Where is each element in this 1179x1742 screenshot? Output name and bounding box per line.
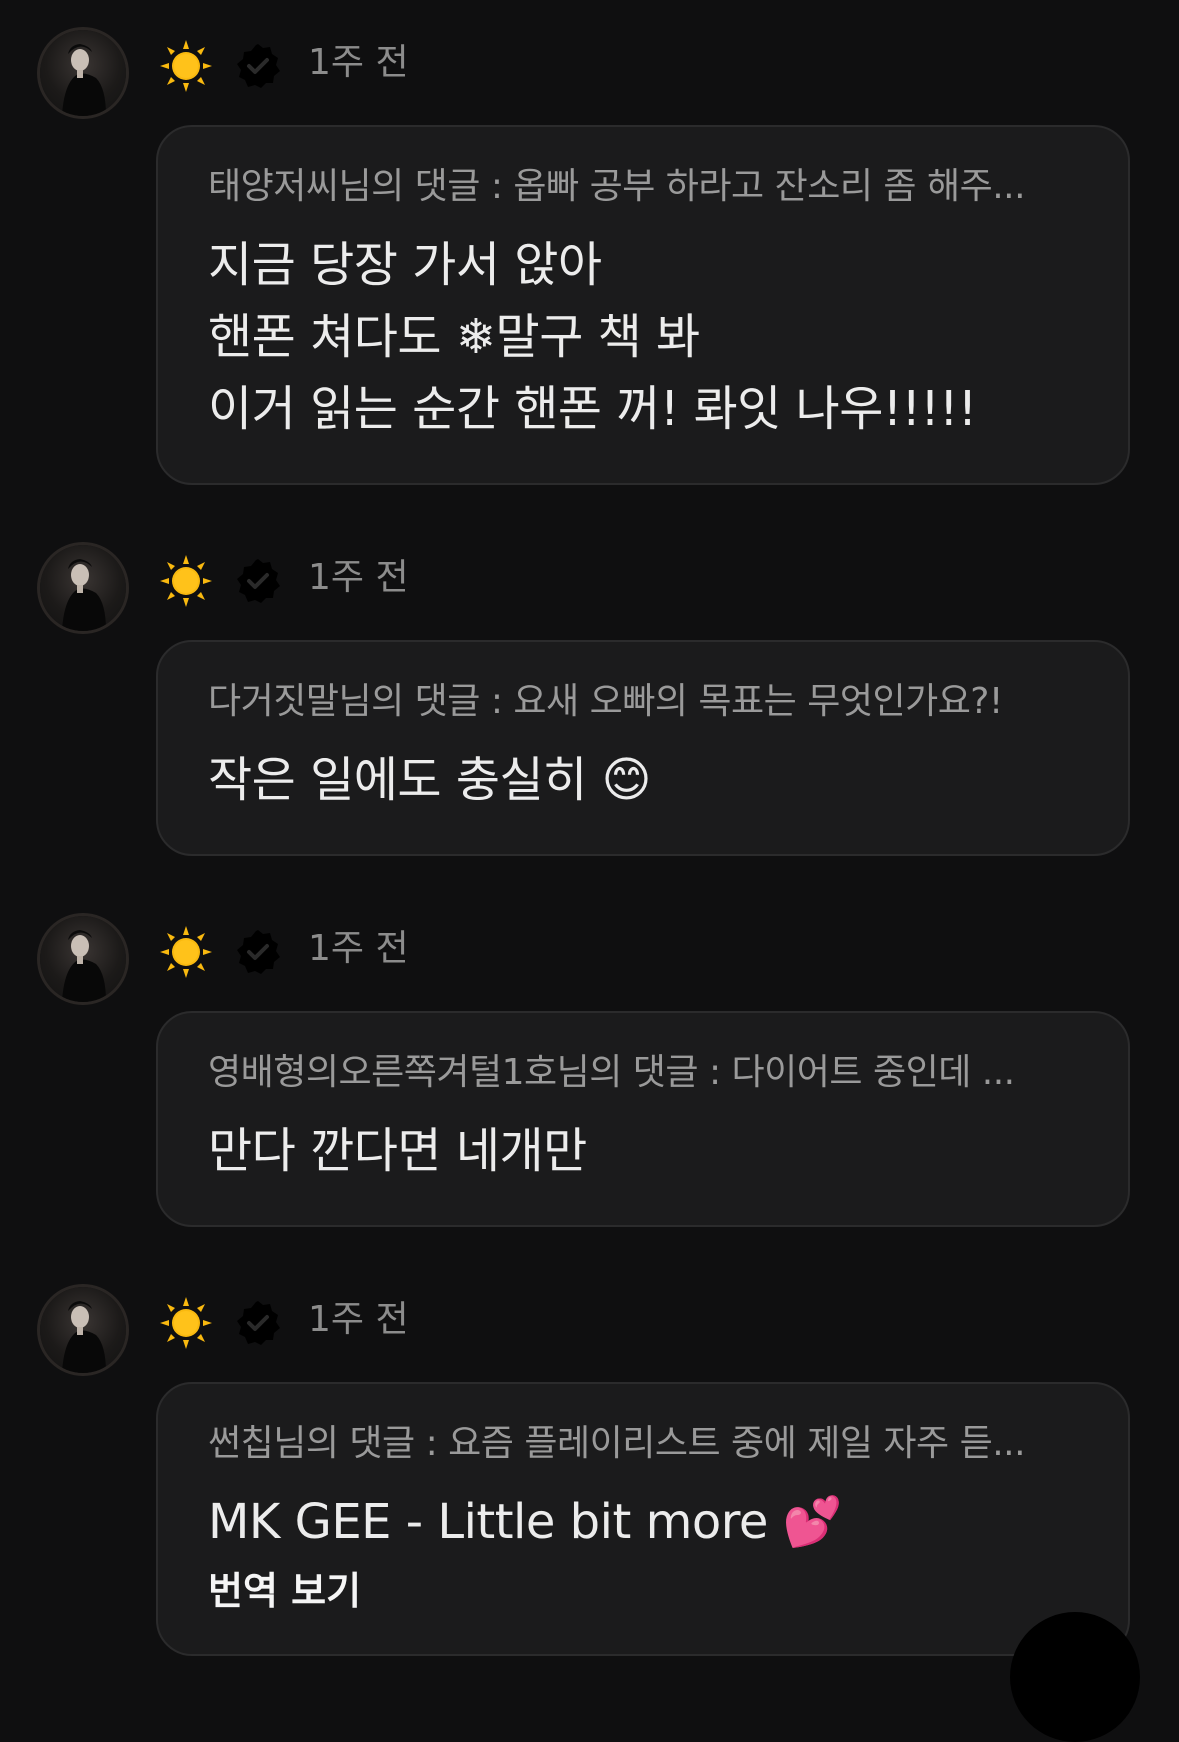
verified-badge-icon (237, 930, 280, 974)
comment-bubble[interactable]: 태양저씨님의 댓글 : 옵빠 공부 하라고 잔소리 좀 해주... 지금 당장 … (156, 125, 1130, 485)
verified-badge-icon (237, 1301, 280, 1345)
comment-body: 만다 깐다면 네개만 (208, 1123, 587, 1179)
comment-body: 지금 당장 가서 앉아 핸폰 쳐다도 ❄말구 책 봐 이거 읽는 순간 핸폰 꺼… (208, 237, 977, 437)
timestamp: 1주 전 (308, 557, 409, 598)
see-translation-link[interactable]: 번역 보기 (208, 1566, 1080, 1616)
comment-item: 1주 전 영배형의오른쪽겨털1호님의 댓글 : 다이어트 중인데 ... 만다 … (0, 886, 1179, 1257)
floating-action-button[interactable] (1010, 1612, 1140, 1742)
avatar-photo (62, 1301, 106, 1373)
reply-reference[interactable]: 다거짓말님의 댓글 : 요새 오빠의 목표는 무엇인가요?! (208, 678, 1080, 726)
comment-feed: 1주 전 태양저씨님의 댓글 : 옵빠 공부 하라고 잔소리 좀 해주... 지… (0, 0, 1179, 1656)
avatar[interactable] (40, 916, 126, 1002)
comment-header: 1주 전 (0, 515, 1179, 640)
verified-badge-icon (237, 44, 280, 88)
comment-header: 1주 전 (0, 886, 1179, 1011)
sun-icon (160, 926, 212, 978)
comment-item: 1주 전 태양저씨님의 댓글 : 옵빠 공부 하라고 잔소리 좀 해주... 지… (0, 0, 1179, 515)
comment-bubble[interactable]: 다거짓말님의 댓글 : 요새 오빠의 목표는 무엇인가요?! 작은 일에도 충실… (156, 640, 1130, 856)
avatar-photo (62, 930, 106, 1002)
reply-reference[interactable]: 썬칩님의 댓글 : 요즘 플레이리스트 중에 제일 자주 듣... (208, 1420, 1080, 1468)
avatar[interactable] (40, 545, 126, 631)
sun-icon (160, 1297, 212, 1349)
comment-bubble[interactable]: 썬칩님의 댓글 : 요즘 플레이리스트 중에 제일 자주 듣... MK GEE… (156, 1382, 1130, 1656)
sun-icon (160, 40, 212, 92)
avatar-photo (62, 44, 106, 116)
timestamp: 1주 전 (308, 928, 409, 969)
sun-icon (160, 555, 212, 607)
reply-reference[interactable]: 영배형의오른쪽겨털1호님의 댓글 : 다이어트 중인데 ... (208, 1049, 1080, 1097)
comment-item: 1주 전 썬칩님의 댓글 : 요즘 플레이리스트 중에 제일 자주 듣... M… (0, 1257, 1179, 1656)
avatar[interactable] (40, 30, 126, 116)
comment-body: 작은 일에도 충실히 😊 (208, 752, 652, 808)
comment-bubble[interactable]: 영배형의오른쪽겨털1호님의 댓글 : 다이어트 중인데 ... 만다 깐다면 네… (156, 1011, 1130, 1227)
reply-reference[interactable]: 태양저씨님의 댓글 : 옵빠 공부 하라고 잔소리 좀 해주... (208, 163, 1080, 211)
avatar[interactable] (40, 1287, 126, 1373)
comment-header: 1주 전 (0, 1257, 1179, 1382)
avatar-photo (62, 559, 106, 631)
comment-body: MK GEE - Little bit more 💕 (208, 1494, 842, 1550)
verified-badge-icon (237, 559, 280, 603)
timestamp: 1주 전 (308, 42, 409, 83)
comment-header: 1주 전 (0, 0, 1179, 125)
timestamp: 1주 전 (308, 1299, 409, 1340)
comment-item: 1주 전 다거짓말님의 댓글 : 요새 오빠의 목표는 무엇인가요?! 작은 일… (0, 515, 1179, 886)
